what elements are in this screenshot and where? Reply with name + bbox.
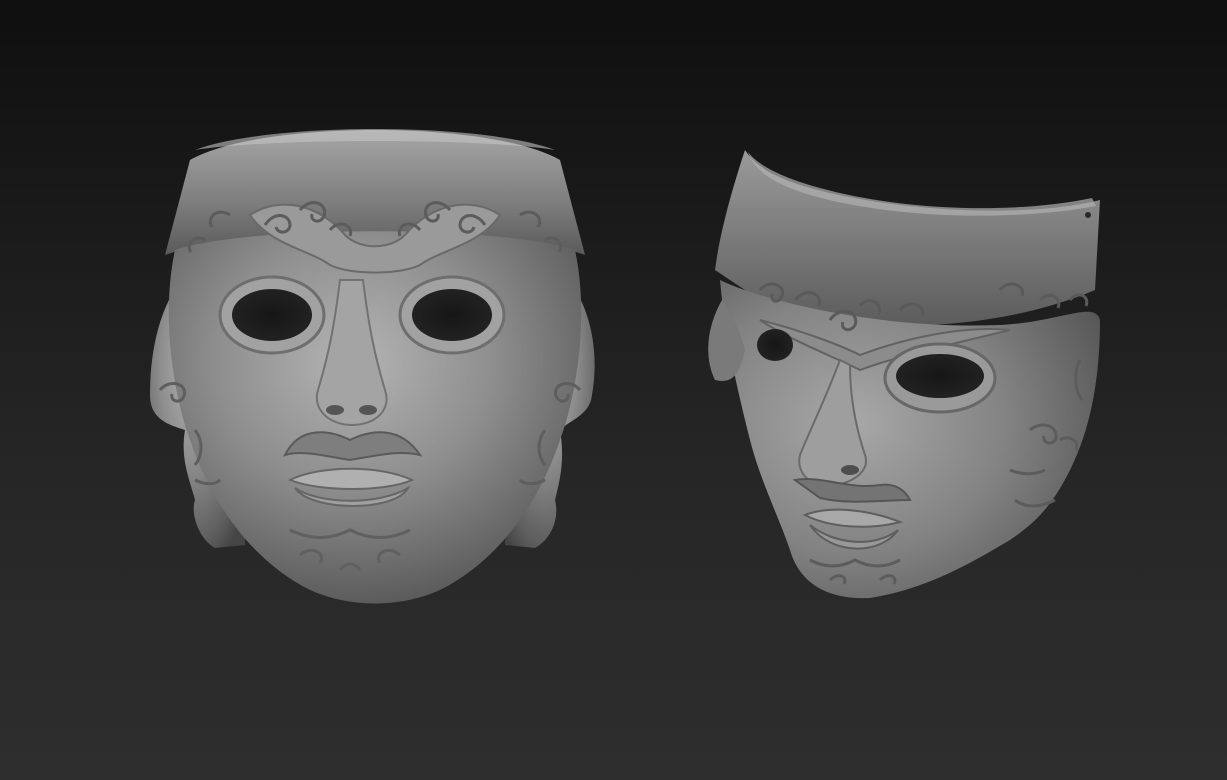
render-viewport bbox=[0, 0, 1227, 780]
side-right-eye-hole bbox=[896, 354, 984, 398]
mask-three-quarter-view bbox=[708, 150, 1100, 599]
front-nostril-left bbox=[326, 405, 344, 415]
side-nostril bbox=[841, 465, 859, 475]
side-band-notch bbox=[1085, 212, 1091, 218]
mask-front-view bbox=[150, 129, 595, 604]
front-left-eye-hole bbox=[232, 289, 312, 341]
front-right-eye-hole bbox=[412, 289, 492, 341]
render-scene bbox=[150, 129, 1100, 604]
front-nostril-right bbox=[359, 405, 377, 415]
side-left-eye-hole bbox=[757, 329, 793, 361]
